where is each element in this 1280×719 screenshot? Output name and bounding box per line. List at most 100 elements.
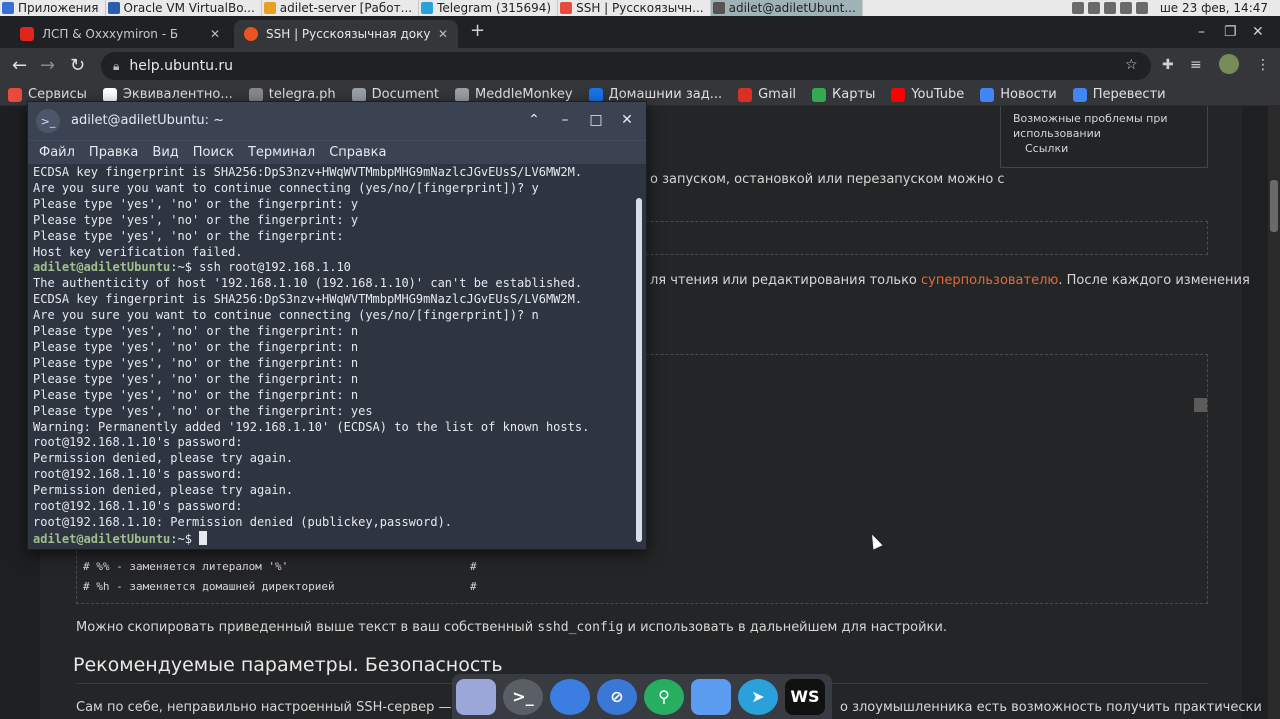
- folder-icon[interactable]: [691, 678, 731, 715]
- terminal-menu-item[interactable]: Вид: [152, 145, 178, 160]
- bookmark-item[interactable]: telegra.ph: [248, 87, 336, 102]
- browser-icon[interactable]: [550, 678, 590, 715]
- terminal-line: Please type 'yes', 'no' or the fingerpri…: [33, 197, 634, 213]
- reload-icon[interactable]: ↻: [70, 55, 85, 76]
- bluetooth-icon[interactable]: [1087, 2, 1100, 14]
- terminal-line-text: Are you sure you want to continue connec…: [33, 180, 539, 195]
- bookmark-item[interactable]: Домашнии зад...: [588, 87, 723, 102]
- bookmark-label: Домашнии зад...: [608, 87, 723, 102]
- terminal-line: Are you sure you want to continue connec…: [33, 308, 634, 324]
- terminal-line-text: Please type 'yes', 'no' or the fingerpri…: [33, 403, 373, 418]
- chevron-up-icon[interactable]: ⌃: [526, 112, 542, 128]
- terminal-line-text: ECDSA key fingerprint is SHA256:DpS3nzv+…: [33, 292, 583, 307]
- terminal-line: Warning: Permanently added '192.168.1.10…: [33, 420, 634, 436]
- address-bar[interactable]: 🔒︎ help.ubuntu.ru: [101, 52, 1151, 80]
- terminal-scrollbar[interactable]: [636, 198, 642, 542]
- toc-item[interactable]: Возможные проблемы при: [1013, 111, 1199, 126]
- toc-item-links[interactable]: Ссылки: [1013, 141, 1199, 156]
- webstorm-icon[interactable]: WS: [785, 678, 825, 715]
- power-icon[interactable]: [1119, 2, 1132, 14]
- bookmark-item[interactable]: Сервисы: [8, 87, 87, 102]
- tab-youtube[interactable]: ЛСП & Oxxxymiron - Б ✕: [10, 20, 230, 48]
- url-text: help.ubuntu.ru: [129, 58, 234, 74]
- clock[interactable]: ше 23 фев, 14:47: [1160, 1, 1268, 15]
- volume-icon[interactable]: [1103, 2, 1116, 14]
- bookmark-item[interactable]: Карты: [812, 87, 875, 102]
- terminal-app-icon: >_: [36, 109, 60, 133]
- tab-ssh[interactable]: SSH | Русскоязычная доку ✕: [234, 20, 458, 48]
- terminal-line: root@192.168.1.10's password:: [33, 435, 634, 451]
- bookmark-label: Сервисы: [28, 87, 87, 102]
- terminal-window[interactable]: >_ adilet@adiletUbuntu: ~ ⌃ – □ ✕ Файл Пр…: [27, 101, 647, 550]
- terminal-menu-item[interactable]: Терминал: [248, 145, 315, 160]
- shell-prompt: adilet@adiletUbuntu: [33, 531, 171, 546]
- avatar[interactable]: [1219, 54, 1239, 74]
- menu-icon[interactable]: ⋮: [1256, 57, 1270, 73]
- bookmark-item[interactable]: Новости: [980, 87, 1057, 102]
- terminal-line: Permission denied, please try again.: [33, 451, 634, 467]
- panel-window-button[interactable]: Oracle VM VirtualBo...: [106, 0, 262, 16]
- search-icon[interactable]: ⚲: [644, 678, 684, 715]
- bookmark-item[interactable]: MeddleMonkey: [455, 87, 573, 102]
- app-icon: [560, 2, 573, 14]
- back-icon[interactable]: ←: [12, 55, 27, 76]
- terminal-menu-item[interactable]: Справка: [329, 145, 386, 160]
- tab-title: SSH | Русскоязычная доку: [266, 27, 431, 41]
- maximize-icon[interactable]: □: [588, 112, 604, 128]
- terminal-line: The authenticity of host '192.168.1.10 (…: [33, 276, 634, 292]
- terminal-icon[interactable]: >_: [503, 678, 543, 715]
- network-icon[interactable]: [1071, 2, 1084, 14]
- bookmark-label: MeddleMonkey: [475, 87, 573, 102]
- toc-item[interactable]: использовании: [1013, 126, 1199, 141]
- superuser-link[interactable]: суперпользователю: [921, 273, 1058, 288]
- terminal-line: root@192.168.1.10's password:: [33, 467, 634, 483]
- bookmark-icon: [8, 87, 22, 102]
- terminal-line: ECDSA key fingerprint is SHA256:DpS3nzv+…: [33, 292, 634, 308]
- forward-icon[interactable]: →: [40, 55, 55, 76]
- terminal-output[interactable]: ECDSA key fingerprint is SHA256:DpS3nzv+…: [28, 164, 634, 549]
- telegram-icon[interactable]: ➤: [738, 678, 778, 715]
- terminal-menu-item[interactable]: Правка: [89, 145, 138, 160]
- minimize-icon[interactable]: –: [1198, 24, 1205, 40]
- close-icon[interactable]: ✕: [619, 112, 635, 128]
- new-tab-button[interactable]: +: [470, 20, 485, 41]
- bookmark-icon: [980, 87, 995, 102]
- reading-list-icon[interactable]: ≡: [1190, 57, 1202, 73]
- terminal-menubar: Файл Правка Вид Поиск Терминал Справка: [28, 140, 646, 164]
- bookmark-item[interactable]: Gmail: [738, 87, 796, 102]
- scrollbar-thumb[interactable]: [1270, 180, 1278, 232]
- terminal-titlebar[interactable]: >_ adilet@adiletUbuntu: ~ ⌃ – □ ✕: [28, 102, 646, 140]
- bookmark-item[interactable]: Document: [351, 87, 439, 102]
- panel-window-button[interactable]: adilet-server [Работ...: [262, 0, 420, 16]
- panel-window-button[interactable]: SSH | Русскоязычн...: [558, 0, 711, 16]
- bookmark-label: telegra.ph: [268, 87, 336, 102]
- panel-window-button[interactable]: Приложения: [0, 0, 106, 16]
- code-scrollbar[interactable]: [1194, 398, 1207, 412]
- bookmark-item[interactable]: YouTube: [891, 87, 964, 102]
- compass-icon[interactable]: ⊘: [597, 678, 637, 715]
- maximize-icon[interactable]: ❐: [1224, 24, 1237, 40]
- panel-window-label: adilet@adiletUbunt...: [728, 1, 856, 15]
- bookmark-item[interactable]: Перевести: [1072, 87, 1166, 102]
- page-scrollbar[interactable]: [1268, 106, 1280, 719]
- bookmark-label: YouTube: [911, 87, 965, 102]
- terminal-line-text: Please type 'yes', 'no' or the fingerpri…: [33, 212, 359, 227]
- minimize-icon[interactable]: –: [557, 112, 573, 128]
- inline-code: sshd_config: [537, 620, 624, 635]
- close-tab-icon[interactable]: ✕: [438, 27, 448, 41]
- bookmark-star-icon[interactable]: ☆: [1125, 57, 1138, 73]
- close-tab-icon[interactable]: ✕: [210, 27, 220, 41]
- notification-icon[interactable]: [1135, 2, 1148, 14]
- code-line: # %% - заменяется литералом '%': [83, 560, 289, 573]
- terminal-menu-item[interactable]: Файл: [39, 145, 75, 160]
- paragraph-text: ля чтения или редактирования только супе…: [650, 273, 1250, 288]
- files-icon[interactable]: [456, 678, 496, 715]
- close-icon[interactable]: ✕: [1252, 24, 1264, 40]
- extensions-icon[interactable]: ✚: [1162, 57, 1174, 73]
- bookmark-item[interactable]: Эквивалентно...: [102, 87, 233, 102]
- panel-window-button[interactable]: adilet@adiletUbunt...: [710, 0, 863, 16]
- bookmark-label: Новости: [1000, 87, 1057, 102]
- terminal-menu-item[interactable]: Поиск: [193, 145, 234, 160]
- panel-window-button[interactable]: Telegram (315694): [419, 0, 559, 16]
- dock: >_ ⊘ ⚲ ➤ WS: [452, 674, 832, 719]
